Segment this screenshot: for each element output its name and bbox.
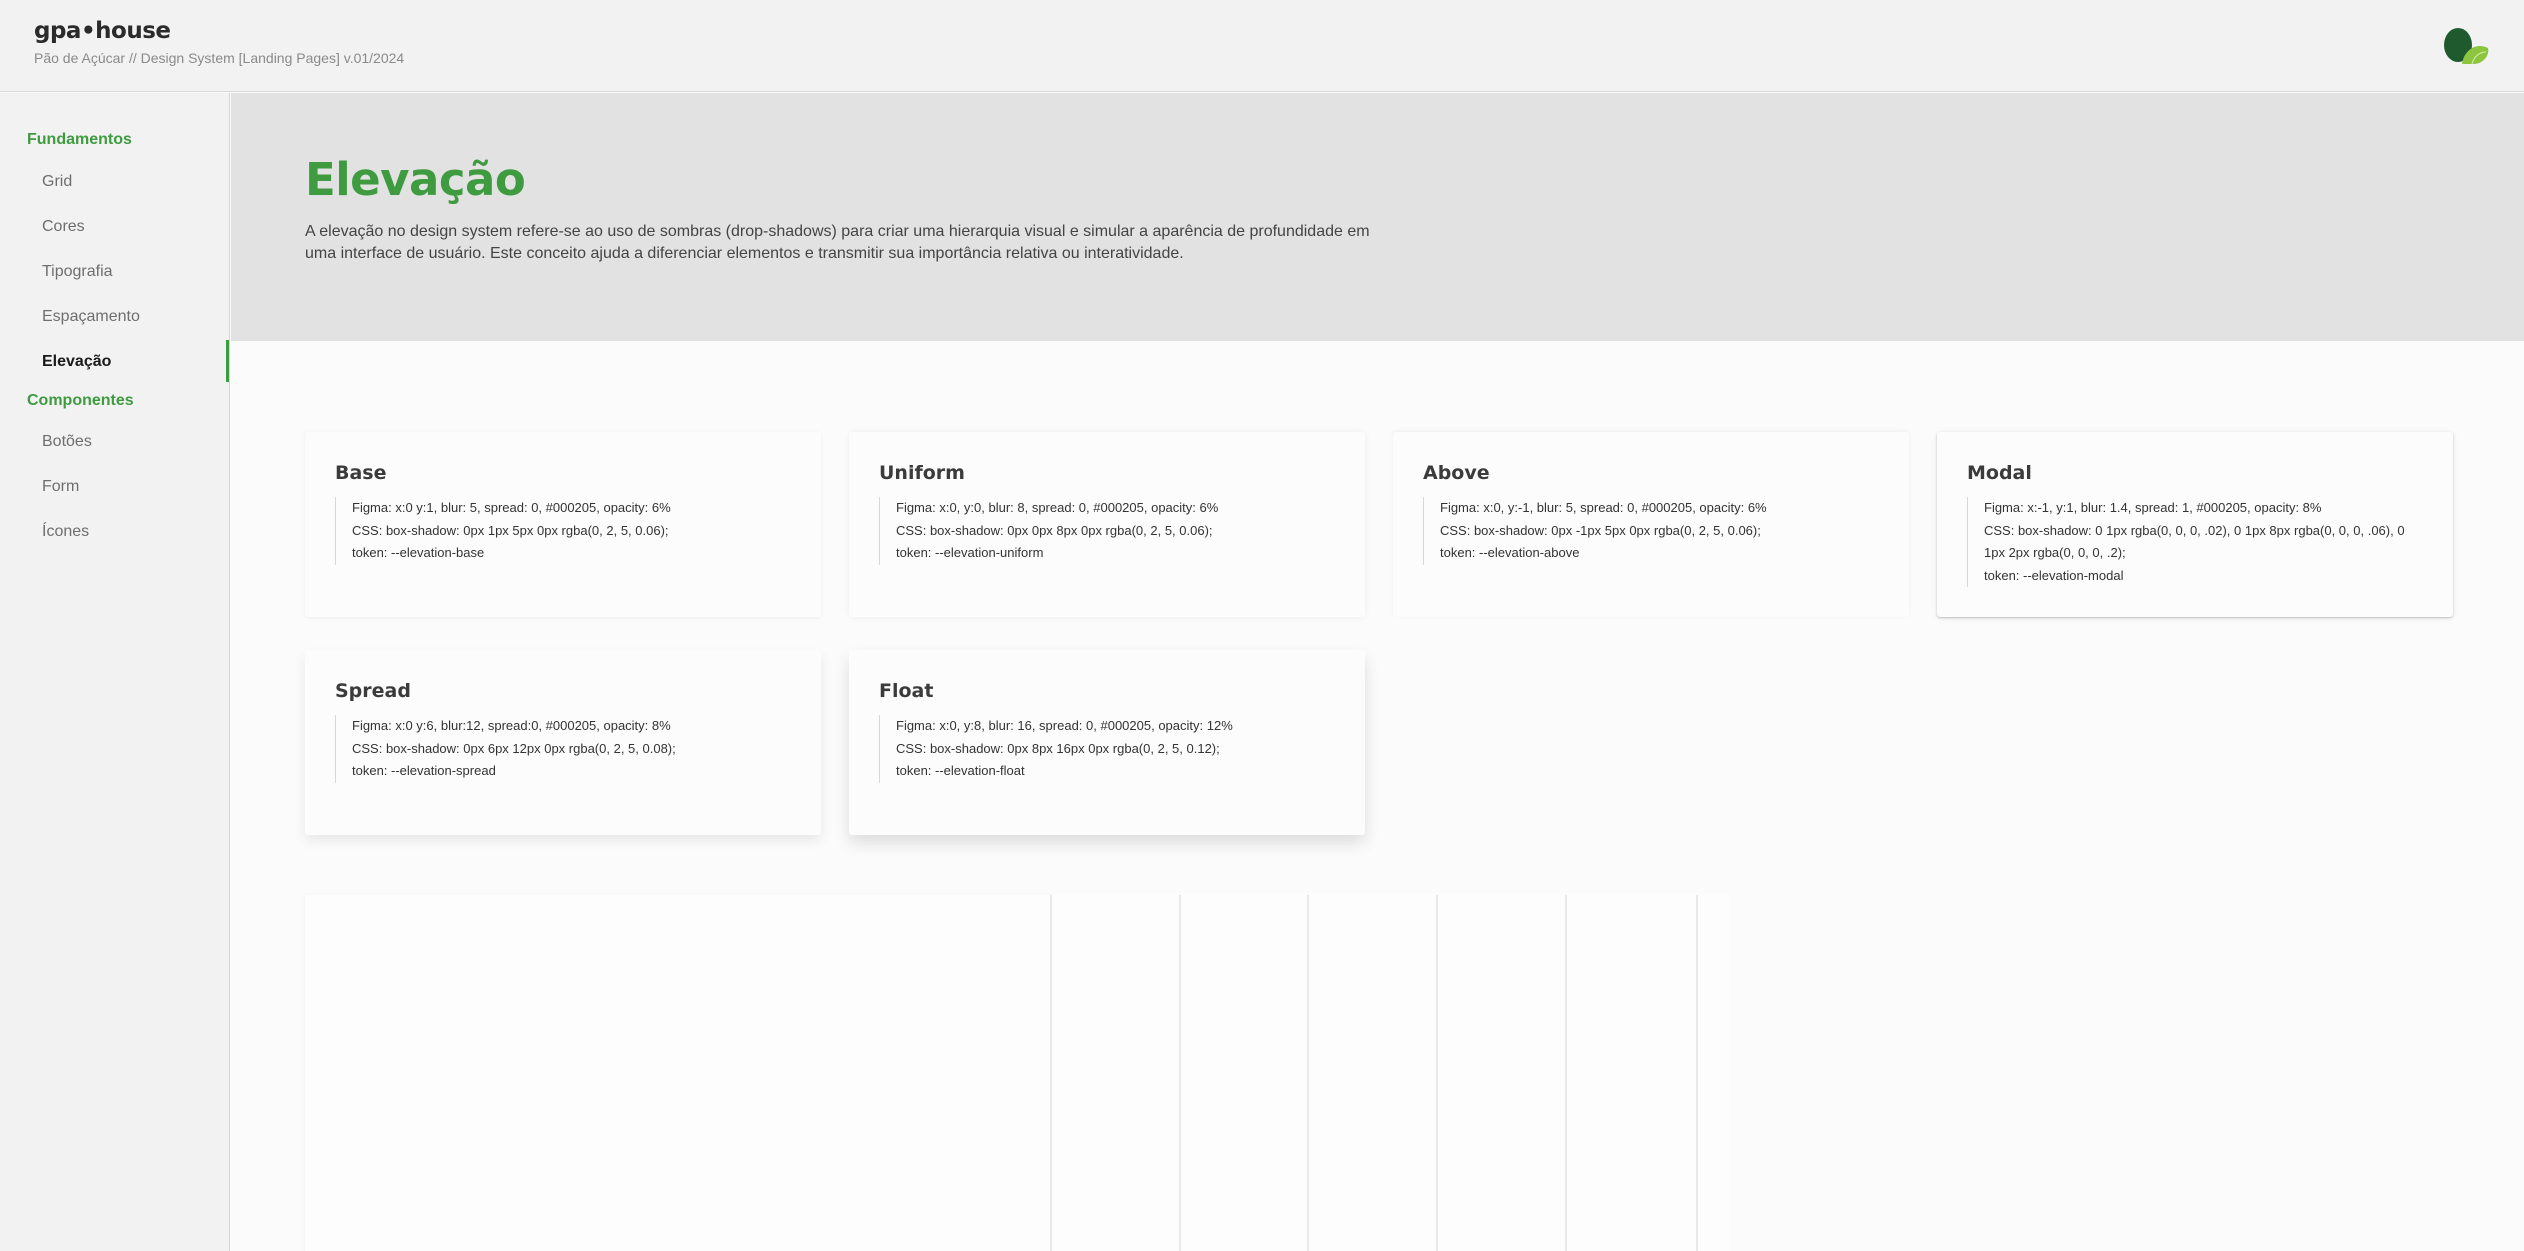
css-spec: CSS: box-shadow: 0px 0px 8px 0px rgba(0,… <box>896 522 1213 538</box>
figma-spec: Figma: x:0 y:6, blur:12, spread:0, #0002… <box>352 718 671 733</box>
sidebar-item-grid[interactable]: Grid <box>42 173 72 191</box>
figma-spec: Figma: x:0, y:0, blur: 8, spread: 0, #00… <box>896 500 1219 515</box>
token-spec: token: --elevation-uniform <box>896 545 1044 560</box>
elevation-card-spread: Spread Figma: x:0 y:6, blur:12, spread:0… <box>305 650 821 835</box>
sidebar-item-elevacao[interactable]: Elevação <box>42 353 111 371</box>
card-title: Spread <box>335 680 411 702</box>
elevation-card-modal: Modal Figma: x:-1, y:1, blur: 1.4, sprea… <box>1937 432 2453 617</box>
token-spec: token: --elevation-float <box>896 763 1025 778</box>
page-title: Elevação <box>305 153 526 206</box>
elevation-card-uniform: Uniform Figma: x:0, y:0, blur: 8, spread… <box>849 432 1365 617</box>
sidebar-item-icones[interactable]: Ícones <box>42 523 89 541</box>
card-specs: Figma: x:0, y:8, blur: 16, spread: 0, #0… <box>879 715 1337 783</box>
card-title: Uniform <box>879 462 965 484</box>
card-specs: Figma: x:0, y:0, blur: 8, spread: 0, #00… <box>879 497 1337 565</box>
preview-stripe <box>1438 895 1567 1251</box>
elevation-card-above: Above Figma: x:0, y:-1, blur: 5, spread:… <box>1393 432 1909 617</box>
elevation-preview <box>305 895 1730 1251</box>
token-spec: token: --elevation-spread <box>352 763 496 778</box>
token-spec: token: --elevation-modal <box>1984 567 2124 583</box>
preview-stripe <box>1181 895 1309 1251</box>
card-specs: Figma: x:0 y:1, blur: 5, spread: 0, #000… <box>335 497 793 565</box>
elevation-card-float: Float Figma: x:0, y:8, blur: 16, spread:… <box>849 650 1365 835</box>
card-specs: Figma: x:0, y:-1, blur: 5, spread: 0, #0… <box>1423 497 1881 565</box>
card-specs: Figma: x:-1, y:1, blur: 1.4, spread: 1, … <box>1967 497 2425 587</box>
card-title: Float <box>879 680 934 702</box>
token-spec: token: --elevation-base <box>352 545 485 560</box>
card-title: Modal <box>1967 462 2032 484</box>
page-hero: Elevação A elevação no design system ref… <box>231 93 2524 341</box>
sidebar-item-tipografia[interactable]: Tipografia <box>42 263 113 281</box>
css-spec: CSS: box-shadow: 0 1px rgba(0, 0, 0, .02… <box>1984 522 2405 561</box>
css-spec: CSS: box-shadow: 0px 1px 5px 0px rgba(0,… <box>352 522 669 538</box>
preview-stripe <box>1698 895 1730 1251</box>
sidebar-section-fundamentos: Fundamentos <box>27 131 132 148</box>
css-spec: CSS: box-shadow: 0px -1px 5px 0px rgba(0… <box>1440 522 1761 538</box>
figma-spec: Figma: x:0, y:-1, blur: 5, spread: 0, #0… <box>1440 500 1767 515</box>
card-specs: Figma: x:0 y:6, blur:12, spread:0, #0002… <box>335 715 793 783</box>
preview-panel <box>305 895 1052 1251</box>
preview-stripe <box>1309 895 1438 1251</box>
brand-name: gpa•house <box>34 18 171 44</box>
card-title: Base <box>335 462 387 484</box>
css-spec: CSS: box-shadow: 0px 8px 16px 0px rgba(0… <box>896 740 1220 756</box>
preview-stripe <box>1052 895 1181 1251</box>
elevation-card-base: Base Figma: x:0 y:1, blur: 5, spread: 0,… <box>305 432 821 617</box>
figma-spec: Figma: x:-1, y:1, blur: 1.4, spread: 1, … <box>1984 500 2322 515</box>
leaf-logo-icon[interactable] <box>2442 28 2490 64</box>
sidebar-item-form[interactable]: Form <box>42 478 79 496</box>
card-title: Above <box>1423 462 1490 484</box>
active-indicator <box>226 340 229 382</box>
figma-spec: Figma: x:0 y:1, blur: 5, spread: 0, #000… <box>352 500 671 515</box>
token-spec: token: --elevation-above <box>1440 545 1580 560</box>
top-header: gpa•house Pão de Açúcar // Design System… <box>0 0 2524 92</box>
sidebar: Fundamentos Grid Cores Tipografia Espaça… <box>0 93 230 1251</box>
css-spec: CSS: box-shadow: 0px 6px 12px 0px rgba(0… <box>352 740 676 756</box>
figma-spec: Figma: x:0, y:8, blur: 16, spread: 0, #0… <box>896 718 1233 733</box>
sidebar-section-componentes: Componentes <box>27 392 134 409</box>
page-description: A elevação no design system refere-se ao… <box>305 223 1370 262</box>
brand-subtitle: Pão de Açúcar // Design System [Landing … <box>34 50 405 66</box>
sidebar-item-botoes[interactable]: Botões <box>42 433 92 451</box>
preview-stripe <box>1567 895 1698 1251</box>
sidebar-item-espacamento[interactable]: Espaçamento <box>42 308 140 326</box>
brand[interactable]: gpa•house Pão de Açúcar // Design System… <box>34 18 404 66</box>
sidebar-item-cores[interactable]: Cores <box>42 218 85 236</box>
